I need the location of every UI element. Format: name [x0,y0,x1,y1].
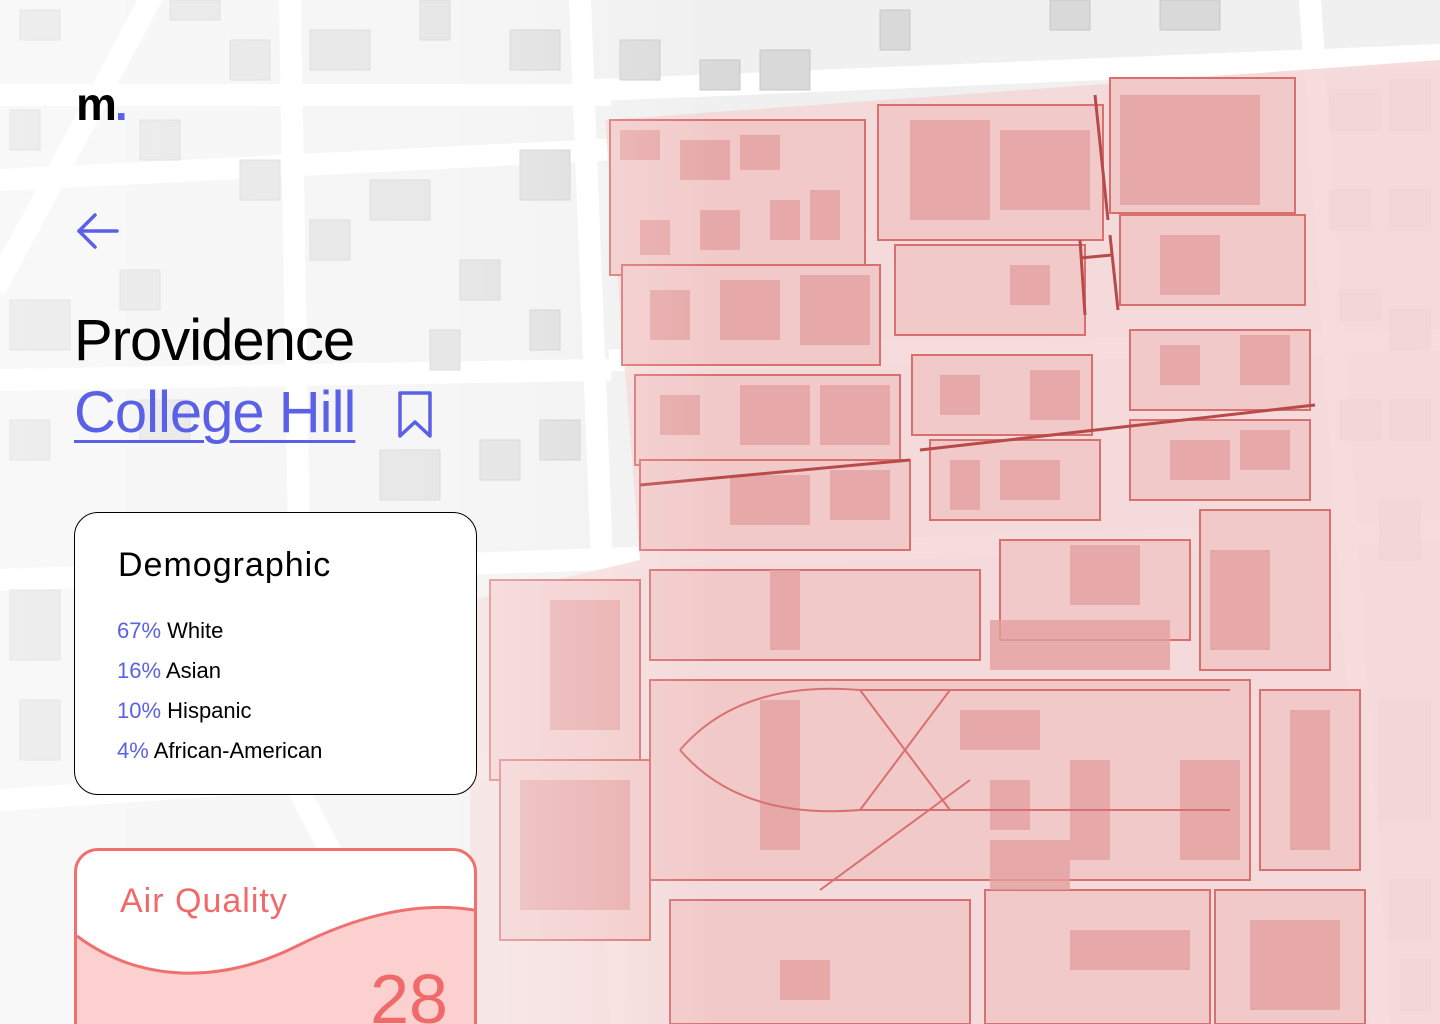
demographic-pct: 16% [117,658,162,683]
air-quality-card[interactable]: Air Quality 28 [74,848,477,1024]
neighborhood-link[interactable]: College Hill [74,380,356,446]
demographic-item: 67% White [117,611,322,651]
brand-logo[interactable]: m. [76,78,128,130]
demographic-label: African-American [153,738,323,763]
bookmark-icon [398,391,432,438]
air-quality-value: 28 [370,960,448,1024]
demographic-item: 10% Hispanic [117,691,322,731]
logo-dot: . [114,78,128,130]
air-quality-title: Air Quality [120,882,288,920]
arrow-left-icon [77,213,119,249]
demographic-pct: 4% [117,738,149,763]
demographic-title: Demographic [118,546,332,584]
demographic-label: Hispanic [167,698,252,723]
demographic-label: Asian [165,658,221,683]
demographic-pct: 67% [117,618,162,643]
demographic-list: 67% White 16% Asian 10% Hispanic 4% Afri… [117,611,322,771]
demographic-pct: 10% [117,698,162,723]
city-name: Providence [74,308,355,373]
demographic-item: 4% African-American [117,731,322,771]
demographic-item: 16% Asian [117,651,322,691]
demographic-card[interactable]: Demographic 67% White 16% Asian 10% Hisp… [74,512,477,795]
logo-text: m [76,78,117,130]
bookmark-button[interactable] [396,390,434,440]
back-button[interactable] [74,208,120,254]
demographic-label: White [167,618,224,643]
